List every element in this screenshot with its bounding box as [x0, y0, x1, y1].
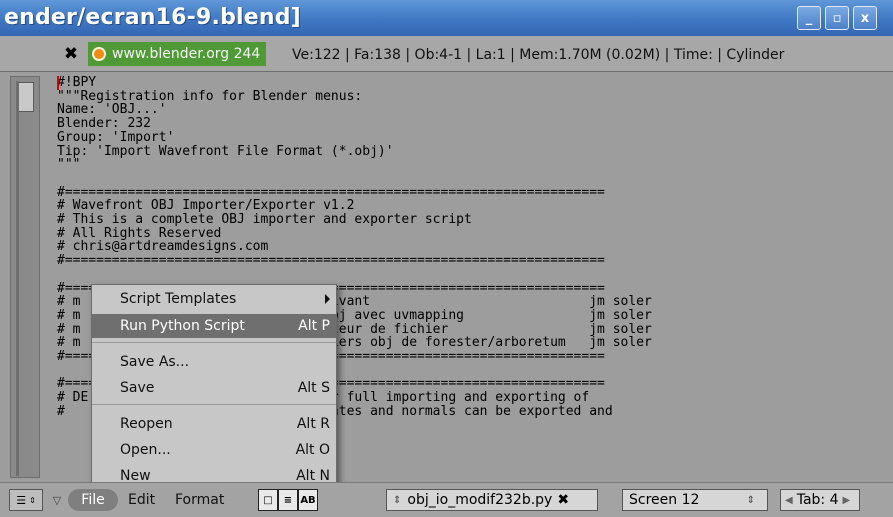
- blender-org-link[interactable]: www.blender.org 244: [88, 42, 267, 66]
- increment-arrow-icon[interactable]: ▶: [842, 495, 850, 506]
- code-line[interactable]: [57, 268, 887, 282]
- menu-separator: [92, 342, 336, 343]
- editor-type-selector[interactable]: ☰ ⇕: [9, 489, 43, 511]
- menu-item-shortcut: Alt P: [298, 318, 330, 334]
- website-label: www.blender.org 244: [112, 46, 261, 62]
- updown-arrow-icon: ⇕: [393, 494, 402, 506]
- format-menu[interactable]: Format: [175, 489, 224, 511]
- menu-item-save-as[interactable]: Save As...: [92, 350, 336, 374]
- menu-item-label: Save: [120, 380, 155, 396]
- text-editor-header: ☰ ⇕ ▽ File Edit Format □ ≡ AB ⇕ obj_io_mo…: [0, 482, 893, 517]
- scrollbar-track[interactable]: [10, 76, 40, 478]
- code-line[interactable]: # This is a complete OBJ importer and ex…: [57, 213, 887, 227]
- menu-item-save[interactable]: Save Alt S: [92, 376, 336, 400]
- code-line[interactable]: #=======================================…: [57, 185, 887, 200]
- scene-stats: Ve:122 | Fa:138 | Ob:4-1 | La:1 | Mem:1.…: [292, 47, 785, 63]
- window-title-bar[interactable]: ender/ecran16-9.blend] _ ▫ x: [0, 0, 893, 36]
- menu-item-label: Script Templates: [120, 291, 237, 307]
- menu-item-script-templates[interactable]: Script Templates: [92, 287, 336, 311]
- code-line[interactable]: Tip: 'Import Wavefront File Format (*.ob…: [57, 144, 887, 159]
- code-line[interactable]: Group: 'Import': [57, 131, 887, 145]
- window-title: ender/ecran16-9.blend]: [4, 5, 301, 30]
- scrollbar-thumb[interactable]: [16, 81, 34, 476]
- submenu-arrow-icon: [325, 294, 330, 304]
- screen-name: Screen 12: [629, 492, 700, 508]
- screen-selector[interactable]: Screen 12 ⇕: [622, 489, 768, 511]
- minimize-button[interactable]: _: [797, 6, 821, 30]
- code-line[interactable]: #!BPY: [57, 76, 887, 90]
- updown-arrow-icon: ⇕: [746, 494, 755, 506]
- menu-item-label: Save As...: [120, 354, 190, 370]
- code-line[interactable]: #=======================================…: [57, 254, 887, 268]
- text-cursor: [57, 76, 59, 90]
- maximize-button[interactable]: ▫: [825, 6, 849, 30]
- code-line[interactable]: # All Rights Reserved: [57, 227, 887, 241]
- code-line[interactable]: # Wavefront OBJ Importer/Exporter v1.2: [57, 199, 887, 213]
- close-window-button[interactable]: x: [853, 6, 877, 30]
- decrement-arrow-icon[interactable]: ◀: [785, 495, 793, 506]
- blender-logo-icon: [92, 47, 106, 61]
- updown-arrow-icon: ⇕: [29, 495, 36, 505]
- tab-width: Tab: 4: [796, 492, 839, 508]
- menu-item-shortcut: Alt R: [296, 416, 330, 432]
- menu-item-label: Open...: [120, 442, 171, 458]
- tab-width-field[interactable]: ◀ Tab: 4 ▶: [780, 489, 860, 511]
- fullscreen-toggle-icon[interactable]: □: [258, 489, 278, 511]
- text-editor-icon: ☰: [16, 493, 27, 507]
- code-line[interactable]: """Registration info for Blender menus:: [57, 89, 887, 104]
- edit-menu[interactable]: Edit: [128, 489, 155, 511]
- script-name: obj_io_modif232b.py: [407, 492, 553, 508]
- menu-item-shortcut: Alt O: [295, 442, 330, 458]
- menu-item-run-python-script[interactable]: Run Python Script Alt P: [92, 314, 336, 338]
- menu-item-open[interactable]: Open... Alt O: [92, 438, 336, 462]
- code-line[interactable]: # chris@artdreamdesigns.com: [57, 240, 887, 254]
- syntax-highlight-toggle[interactable]: AB: [298, 489, 318, 511]
- menu-item-label: Reopen: [120, 416, 173, 432]
- collapse-menus-icon[interactable]: ▽: [50, 489, 64, 511]
- menu-separator: [92, 404, 336, 405]
- code-line[interactable]: Name: 'OBJ...': [57, 103, 887, 117]
- info-header: ✖ www.blender.org 244 Ve:122 | Fa:138 | …: [0, 36, 893, 72]
- code-line[interactable]: Blender: 232: [57, 117, 887, 131]
- unlink-script-icon[interactable]: ✖: [557, 492, 569, 508]
- code-line[interactable]: """: [57, 158, 887, 172]
- file-menu-popup: Script Templates Run Python Script Alt P…: [91, 284, 337, 490]
- line-numbers-toggle-icon[interactable]: ≡: [278, 489, 298, 511]
- menu-item-label: Run Python Script: [120, 318, 245, 334]
- menu-item-shortcut: Alt S: [297, 380, 330, 396]
- script-selector[interactable]: ⇕ obj_io_modif232b.py ✖: [386, 489, 598, 511]
- code-line[interactable]: [57, 172, 887, 186]
- menu-item-reopen[interactable]: Reopen Alt R: [92, 412, 336, 436]
- file-menu[interactable]: File: [68, 489, 118, 511]
- close-icon[interactable]: ✖: [60, 43, 82, 65]
